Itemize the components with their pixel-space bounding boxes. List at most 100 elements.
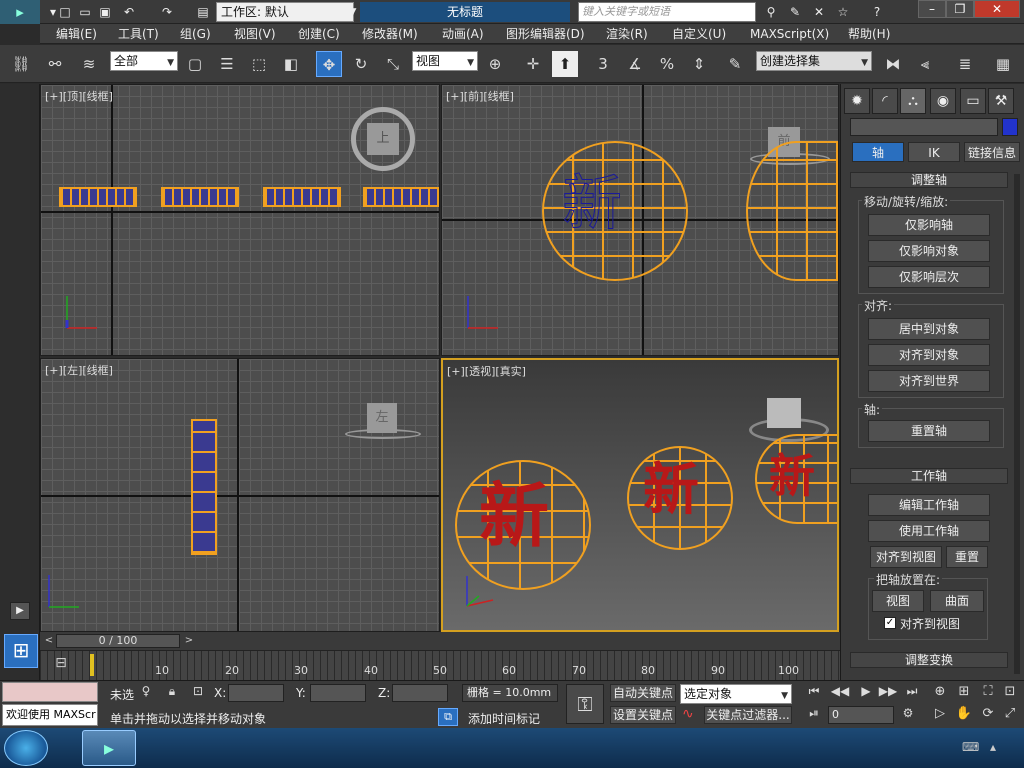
- reset-pivot-button[interactable]: 重置轴: [868, 420, 990, 442]
- object-left[interactable]: [191, 419, 217, 555]
- menu-views[interactable]: 视图(V): [234, 26, 276, 42]
- taskbar-3dsmax-icon[interactable]: ▸: [82, 730, 136, 766]
- maxscript-mini-listener[interactable]: 欢迎使用 MAXScr: [2, 704, 98, 726]
- named-selection-set-select[interactable]: 创建选择集: [756, 51, 872, 72]
- rollout-adjust-transform[interactable]: 调整变换: [850, 652, 1008, 668]
- menu-edit[interactable]: 编辑(E): [56, 26, 97, 42]
- network-tray-icon[interactable]: ▴: [990, 740, 1006, 756]
- viewport-left[interactable]: [+][左][线框] 左: [40, 358, 440, 632]
- orbit-icon[interactable]: ⟳: [978, 706, 998, 724]
- time-slider-handle[interactable]: [90, 654, 94, 676]
- object-top-4[interactable]: [363, 187, 439, 207]
- add-time-tag[interactable]: 添加时间标记: [468, 710, 540, 727]
- viewport-front[interactable]: [+][前][线框] 前 新: [441, 84, 839, 356]
- tab-link-info[interactable]: 链接信息: [964, 142, 1020, 162]
- object-top-1[interactable]: [59, 187, 137, 207]
- viewcube-top[interactable]: 上: [367, 123, 399, 155]
- object-top-3[interactable]: [263, 187, 341, 207]
- search-input[interactable]: 键入关键字或短语: [578, 2, 756, 22]
- next-key-icon[interactable]: ▶▶: [878, 684, 898, 702]
- menu-graph-editors[interactable]: 图形编辑器(D): [506, 26, 585, 42]
- absolute-mode-icon[interactable]: ⊡: [190, 684, 206, 700]
- open-file-icon[interactable]: ▭: [76, 3, 94, 21]
- undo-icon[interactable]: ↶: [120, 3, 138, 21]
- tab-ik[interactable]: IK: [908, 142, 960, 162]
- menu-modifiers[interactable]: 修改器(M): [362, 26, 418, 42]
- menu-rendering[interactable]: 渲染(R): [606, 26, 648, 42]
- viewport-top[interactable]: [+][顶][线框] 上: [40, 84, 440, 356]
- align-icon[interactable]: ⫷: [912, 51, 938, 77]
- time-tag-icon[interactable]: ⧉: [438, 708, 458, 726]
- window-crossing-icon[interactable]: ◧: [278, 51, 304, 77]
- manipulate-icon[interactable]: ✛: [520, 51, 546, 77]
- surface-button[interactable]: 曲面: [930, 590, 984, 612]
- time-slider[interactable]: 0 / 100: [56, 634, 180, 648]
- y-coordinate-field[interactable]: [310, 684, 366, 702]
- viewport-top-label[interactable]: [+][顶][线框]: [45, 88, 113, 104]
- new-file-icon[interactable]: □: [56, 3, 74, 21]
- go-to-end-icon[interactable]: ⏭: [902, 684, 922, 702]
- ref-coord-select[interactable]: 视图: [412, 51, 478, 72]
- x-coordinate-field[interactable]: [228, 684, 284, 702]
- redo-icon[interactable]: ↷: [158, 3, 176, 21]
- rollout-working-pivot[interactable]: 工作轴: [850, 468, 1008, 484]
- curve-icon[interactable]: ∿: [682, 706, 702, 724]
- prev-key-icon[interactable]: ◀◀: [830, 684, 850, 702]
- key-mode-toggle-icon[interactable]: ⏯: [804, 706, 824, 724]
- help-icon[interactable]: ?: [868, 3, 886, 21]
- mirror-icon[interactable]: ⧓: [880, 51, 906, 77]
- workspace-select[interactable]: 工作区: 默认: [216, 2, 354, 22]
- app-logo-icon[interactable]: ▸: [0, 0, 40, 24]
- hierarchy-tab-icon[interactable]: ⛬: [900, 88, 926, 114]
- object-color-swatch[interactable]: [1002, 118, 1018, 136]
- project-folder-icon[interactable]: ▤: [194, 3, 212, 21]
- star-icon[interactable]: ☆: [834, 3, 852, 21]
- z-coordinate-field[interactable]: [392, 684, 448, 702]
- rollout-adjust-pivot[interactable]: 调整轴: [850, 172, 1008, 188]
- select-object-icon[interactable]: ▢: [182, 51, 208, 77]
- maxscript-listener-top[interactable]: [2, 682, 98, 702]
- create-tab-icon[interactable]: ✹: [844, 88, 870, 114]
- minimize-button[interactable]: –: [918, 0, 946, 18]
- binoculars-icon[interactable]: ⚲: [762, 3, 780, 21]
- play-icon[interactable]: ▶: [856, 684, 876, 702]
- motion-tab-icon[interactable]: ◉: [930, 88, 956, 114]
- save-icon[interactable]: ▣: [96, 3, 114, 21]
- set-key-button[interactable]: 设置关键点: [610, 706, 676, 724]
- lock-icon[interactable]: 🔒︎: [164, 684, 180, 700]
- layer-manager-icon[interactable]: ≣: [952, 51, 978, 77]
- display-tab-icon[interactable]: ▭: [960, 88, 986, 114]
- menu-customize[interactable]: 自定义(U): [672, 26, 726, 42]
- reset-button[interactable]: 重置: [946, 546, 988, 568]
- align-to-view-button[interactable]: 对齐到视图: [870, 546, 942, 568]
- viewport-layout-icon[interactable]: ⊞: [4, 634, 38, 668]
- menu-animation[interactable]: 动画(A): [442, 26, 484, 42]
- select-by-name-icon[interactable]: ☰: [214, 51, 240, 77]
- edit-named-sel-icon[interactable]: ✎: [722, 51, 748, 77]
- object-front-2[interactable]: [746, 141, 838, 281]
- scale-icon[interactable]: ⤡: [380, 51, 406, 77]
- modify-tab-icon[interactable]: ◜: [872, 88, 898, 114]
- align-to-view-checkbox[interactable]: ✓: [884, 617, 896, 629]
- unlink-icon[interactable]: ⚯: [42, 51, 68, 77]
- utilities-tab-icon[interactable]: ⚒: [988, 88, 1014, 114]
- exchange-icon[interactable]: ✕: [810, 3, 828, 21]
- bind-spacewarp-icon[interactable]: ≋: [76, 51, 102, 77]
- viewcube-persp[interactable]: [767, 398, 801, 428]
- restore-button[interactable]: ❐: [946, 0, 974, 18]
- angle-snap-icon[interactable]: ∡: [622, 51, 648, 77]
- link-icon[interactable]: ⛓: [8, 51, 34, 77]
- view-button[interactable]: 视图: [872, 590, 924, 612]
- center-to-object-button[interactable]: 居中到对象: [868, 318, 990, 340]
- keyboard-shortcut-icon[interactable]: ⬆: [552, 51, 578, 77]
- object-name-field[interactable]: [850, 118, 998, 136]
- tools-icon[interactable]: ✎: [786, 3, 804, 21]
- menu-maxscript[interactable]: MAXScript(X): [750, 26, 829, 42]
- zoom-icon[interactable]: ⊕: [930, 684, 950, 702]
- rotate-icon[interactable]: ↻: [348, 51, 374, 77]
- go-to-start-icon[interactable]: ⏮: [804, 684, 824, 702]
- viewport-front-label[interactable]: [+][前][线框]: [446, 88, 514, 104]
- affect-object-only-button[interactable]: 仅影响对象: [868, 240, 990, 262]
- auto-key-button[interactable]: 自动关键点: [610, 684, 676, 702]
- expand-arrow-icon[interactable]: ▶: [10, 602, 30, 620]
